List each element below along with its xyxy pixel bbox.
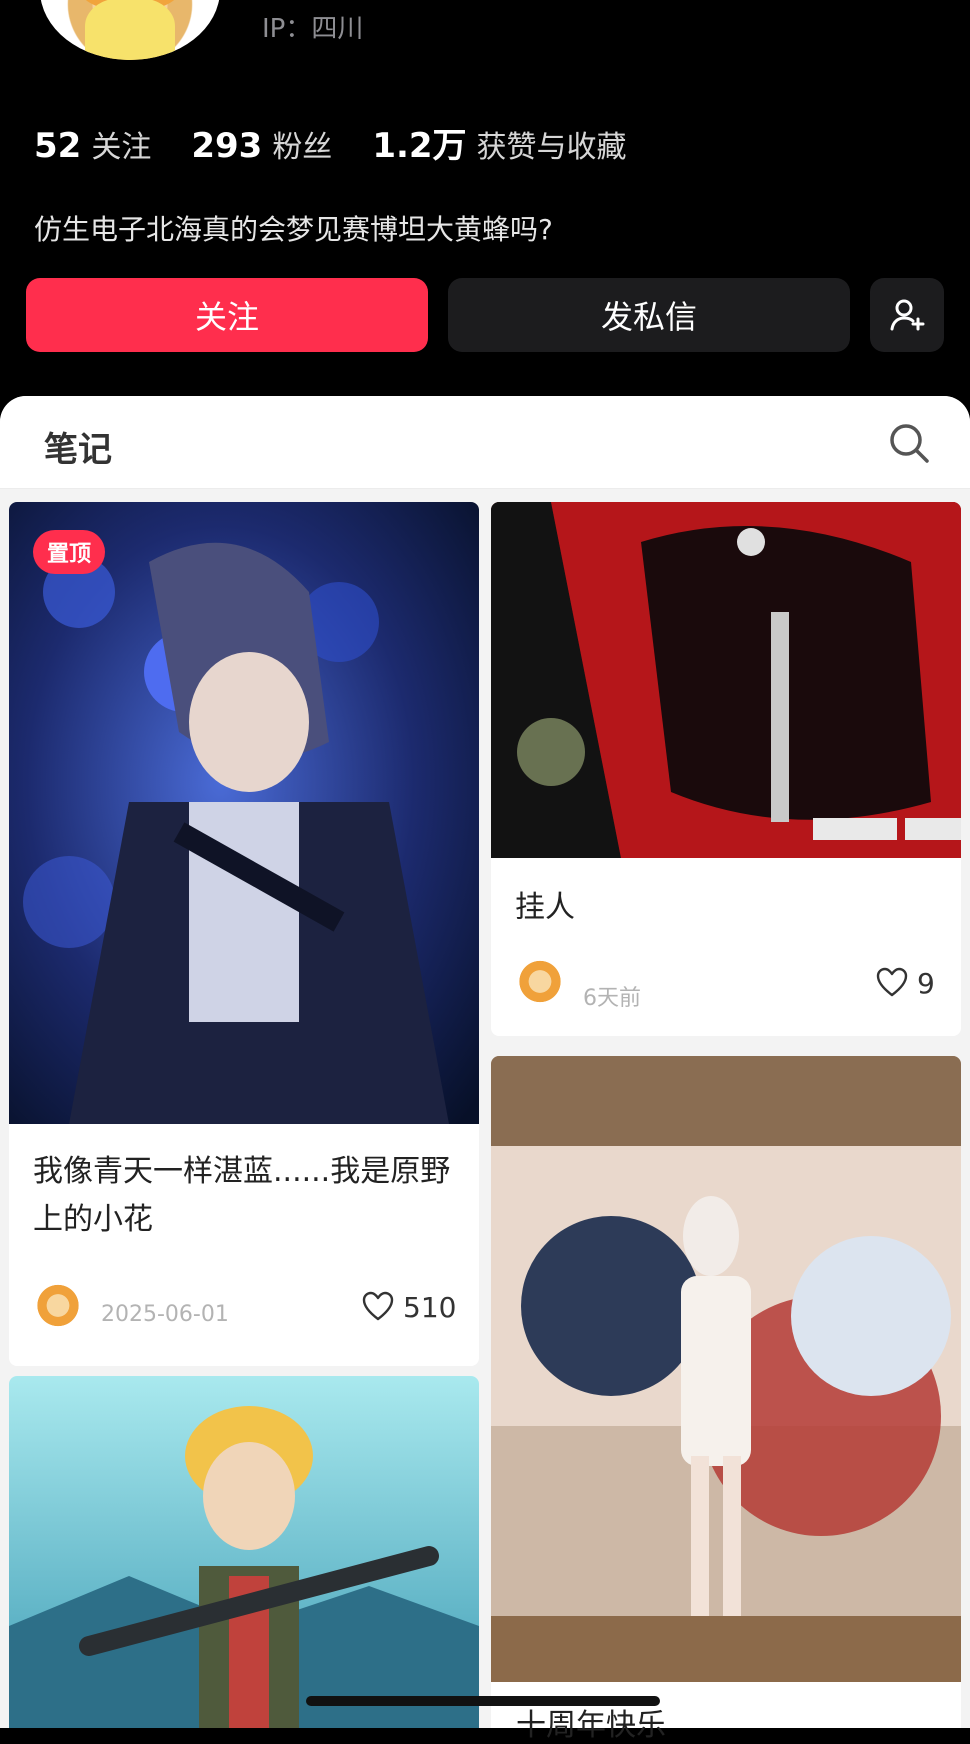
pinned-badge: 置顶 — [33, 530, 106, 574]
profile-bio: 仿生电子北海真的会梦见赛博坦大黄蜂吗? — [34, 213, 553, 246]
following-count: 52 — [34, 126, 82, 166]
profile-avatar[interactable] — [40, 0, 220, 60]
likes-stat[interactable]: 1.2万 获赞与收藏 — [372, 118, 626, 167]
note-card-3[interactable] — [491, 1056, 961, 1728]
heart-icon — [876, 967, 908, 997]
ip-location: IP：四川 — [262, 14, 364, 44]
author-avatar — [33, 1278, 83, 1328]
note-card-4[interactable] — [9, 1376, 479, 1728]
fans-stat[interactable]: 293 粉丝 — [191, 122, 332, 166]
note-date: 6天前 — [583, 986, 641, 1011]
author-avatar — [515, 954, 565, 1004]
note-title: 挂人 — [515, 890, 575, 925]
likes-label: 获赞与收藏 — [476, 130, 627, 165]
note-title-3: 十周年快乐 — [516, 1708, 666, 1743]
like-number: 510 — [403, 1290, 457, 1324]
home-indicator[interactable] — [306, 1696, 660, 1706]
tab-notes[interactable]: 笔记 — [44, 422, 112, 471]
add-friend-button[interactable] — [870, 278, 944, 352]
following-label: 关注 — [91, 130, 152, 165]
like-count[interactable]: 9 — [875, 966, 935, 1000]
message-button[interactable]: 发私信 — [448, 278, 850, 352]
like-number: 9 — [917, 966, 935, 1000]
note-card-1[interactable]: 置顶 我像青天一样湛蓝......我是原野上的小花 2025-06-01 510 — [9, 502, 479, 1366]
search-icon — [890, 424, 929, 463]
notes-panel: 笔记 置顶 我像青天一样湛蓝......我是原野上的小花 2025-06-01 … — [0, 396, 970, 1728]
note-card-2[interactable]: 挂人 6天前 9 — [491, 502, 961, 1036]
note-cover-image — [491, 502, 961, 858]
note-title: 我像青天一样湛蓝......我是原野上的小花 — [33, 1154, 451, 1237]
following-stat[interactable]: 52 关注 — [34, 122, 151, 166]
like-count[interactable]: 510 — [361, 1290, 456, 1324]
heart-icon — [362, 1291, 394, 1321]
fans-label: 粉丝 — [272, 130, 333, 165]
note-cover-image — [491, 1056, 961, 1682]
fans-count: 293 — [191, 126, 263, 166]
likes-count: 1.2万 — [372, 126, 467, 166]
note-cover-image — [9, 1376, 479, 1728]
note-date: 2025-06-01 — [101, 1302, 229, 1327]
follow-button[interactable]: 关注 — [26, 278, 428, 352]
search-button[interactable] — [886, 420, 932, 466]
notes-header: 笔记 — [0, 396, 970, 489]
profile-stats: 52 关注 293 粉丝 1.2万 获赞与收藏 — [34, 118, 667, 167]
add-friend-icon — [890, 299, 925, 331]
note-cover-image — [9, 502, 479, 1124]
profile-header: IP：四川 52 关注 293 粉丝 1.2万 获赞与收藏 仿生电子北海真的会梦… — [0, 0, 970, 400]
